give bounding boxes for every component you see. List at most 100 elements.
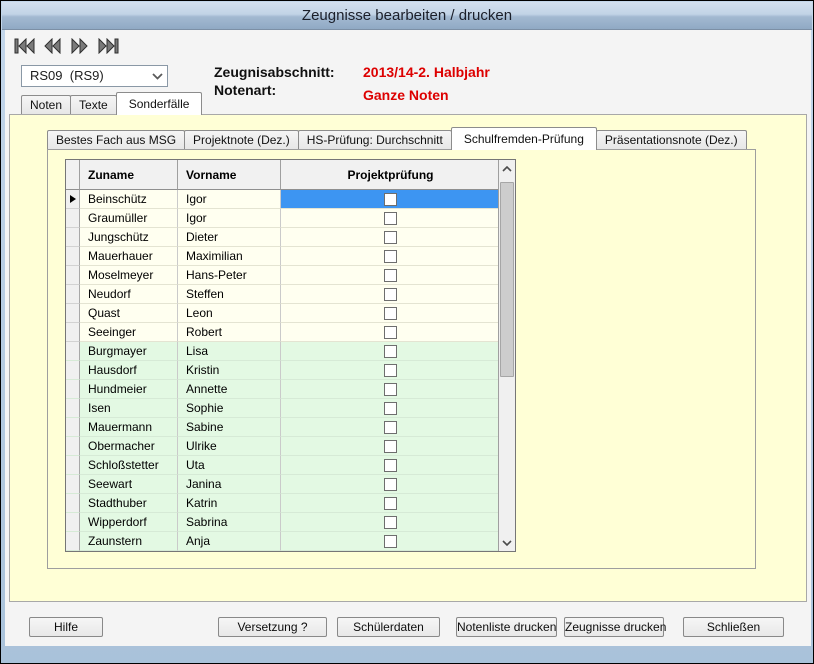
cell-zuname[interactable]: Quast (80, 304, 178, 323)
cell-projektpruefung[interactable] (281, 456, 500, 475)
subtab-schulfremden-prüfung[interactable]: Schulfremden-Prüfung (451, 127, 597, 150)
cell-zuname[interactable]: Mauermann (80, 418, 178, 437)
student-row[interactable]: IsenSophie (66, 399, 515, 418)
cell-projektpruefung[interactable] (281, 323, 500, 342)
vertical-scrollbar[interactable] (498, 160, 515, 551)
row-selector-cell[interactable] (66, 418, 80, 437)
cell-zuname[interactable]: Mauerhauer (80, 247, 178, 266)
subtab-bestes-fach-aus-msg[interactable]: Bestes Fach aus MSG (47, 130, 185, 149)
cell-projektpruefung[interactable] (281, 266, 500, 285)
cell-zuname[interactable]: Beinschütz (80, 190, 178, 209)
projektpruefung-checkbox[interactable] (384, 307, 397, 320)
projektpruefung-checkbox[interactable] (384, 440, 397, 453)
hilfe-button[interactable]: Hilfe (29, 617, 103, 637)
row-selector-cell[interactable] (66, 475, 80, 494)
tab-sonderfälle[interactable]: Sonderfälle (116, 92, 203, 115)
tab-texte[interactable]: Texte (70, 95, 117, 114)
cell-projektpruefung[interactable] (281, 304, 500, 323)
cell-zuname[interactable]: Seeinger (80, 323, 178, 342)
schließen-button[interactable]: Schließen (683, 617, 784, 637)
row-selector-cell[interactable] (66, 456, 80, 475)
cell-zuname[interactable]: Neudorf (80, 285, 178, 304)
subtab-präsentationsnote-dez[interactable]: Präsentationsnote (Dez.) (596, 130, 747, 149)
cell-projektpruefung[interactable] (281, 342, 500, 361)
cell-zuname[interactable]: Isen (80, 399, 178, 418)
previous-record-icon[interactable] (41, 37, 63, 54)
cell-zuname[interactable]: Hundmeier (80, 380, 178, 399)
scroll-up-icon[interactable] (499, 160, 515, 177)
student-row[interactable]: NeudorfSteffen (66, 285, 515, 304)
student-row[interactable]: HundmeierAnnette (66, 380, 515, 399)
student-row[interactable]: MoselmeyerHans-Peter (66, 266, 515, 285)
cell-vorname[interactable]: Ulrike (178, 437, 281, 456)
zeugnisse-drucken-button[interactable]: Zeugnisse drucken (564, 617, 664, 637)
student-row[interactable]: JungschützDieter (66, 228, 515, 247)
student-row[interactable]: ZaunsternAnja (66, 532, 515, 551)
row-selector-cell[interactable] (66, 494, 80, 513)
cell-zuname[interactable]: Jungschütz (80, 228, 178, 247)
versetzung-button[interactable]: Versetzung ? (218, 617, 327, 637)
projektpruefung-checkbox[interactable] (384, 402, 397, 415)
student-row[interactable]: SeeingerRobert (66, 323, 515, 342)
student-row[interactable]: GraumüllerIgor (66, 209, 515, 228)
chevron-down-icon[interactable] (147, 66, 167, 86)
subtab-projektnote-dez[interactable]: Projektnote (Dez.) (184, 130, 299, 149)
cell-vorname[interactable]: Sophie (178, 399, 281, 418)
cell-zuname[interactable]: Seewart (80, 475, 178, 494)
row-selector-cell[interactable] (66, 513, 80, 532)
class-select[interactable]: RS09 (RS9) (21, 65, 168, 87)
student-row[interactable]: QuastLeon (66, 304, 515, 323)
cell-vorname[interactable]: Annette (178, 380, 281, 399)
projektpruefung-checkbox[interactable] (384, 421, 397, 434)
projektpruefung-checkbox[interactable] (384, 345, 397, 358)
projektpruefung-checkbox[interactable] (384, 497, 397, 510)
cell-zuname[interactable]: Schloßstetter (80, 456, 178, 475)
cell-vorname[interactable]: Sabrina (178, 513, 281, 532)
cell-vorname[interactable]: Sabine (178, 418, 281, 437)
scrollbar-thumb[interactable] (500, 182, 514, 377)
row-selector-cell[interactable] (66, 323, 80, 342)
student-row[interactable]: MauermannSabine (66, 418, 515, 437)
projektpruefung-checkbox[interactable] (384, 478, 397, 491)
projektpruefung-checkbox[interactable] (384, 516, 397, 529)
row-selector-cell[interactable] (66, 266, 80, 285)
cell-vorname[interactable]: Katrin (178, 494, 281, 513)
projektpruefung-checkbox[interactable] (384, 326, 397, 339)
cell-projektpruefung[interactable] (281, 361, 500, 380)
student-row[interactable]: BurgmayerLisa (66, 342, 515, 361)
cell-projektpruefung[interactable] (281, 380, 500, 399)
projektpruefung-checkbox[interactable] (384, 535, 397, 548)
cell-vorname[interactable]: Janina (178, 475, 281, 494)
row-selector-cell[interactable] (66, 342, 80, 361)
cell-vorname[interactable]: Maximilian (178, 247, 281, 266)
subtab-hs-prüfung-durchschnitt[interactable]: HS-Prüfung: Durchschnitt (298, 130, 452, 149)
cell-vorname[interactable]: Steffen (178, 285, 281, 304)
tab-noten[interactable]: Noten (21, 95, 71, 114)
cell-vorname[interactable]: Anja (178, 532, 281, 551)
cell-zuname[interactable]: Stadthuber (80, 494, 178, 513)
cell-vorname[interactable]: Uta (178, 456, 281, 475)
first-record-icon[interactable] (13, 37, 35, 54)
projektpruefung-checkbox[interactable] (384, 250, 397, 263)
projektpruefung-checkbox[interactable] (384, 231, 397, 244)
student-row[interactable]: SchloßstetterUta (66, 456, 515, 475)
cell-projektpruefung[interactable] (281, 437, 500, 456)
cell-projektpruefung[interactable] (281, 399, 500, 418)
cell-vorname[interactable]: Igor (178, 209, 281, 228)
student-row[interactable]: SeewartJanina (66, 475, 515, 494)
cell-vorname[interactable]: Lisa (178, 342, 281, 361)
cell-projektpruefung[interactable] (281, 418, 500, 437)
student-row[interactable]: HausdorfKristin (66, 361, 515, 380)
cell-vorname[interactable]: Dieter (178, 228, 281, 247)
row-selector-cell[interactable] (66, 399, 80, 418)
cell-projektpruefung[interactable] (281, 494, 500, 513)
projektpruefung-checkbox[interactable] (384, 193, 397, 206)
notenliste-drucken-button[interactable]: Notenliste drucken (456, 617, 557, 637)
cell-projektpruefung[interactable] (281, 513, 500, 532)
cell-vorname[interactable]: Robert (178, 323, 281, 342)
student-row[interactable]: MauerhauerMaximilian (66, 247, 515, 266)
projektpruefung-checkbox[interactable] (384, 212, 397, 225)
row-selector-cell[interactable] (66, 437, 80, 456)
last-record-icon[interactable] (97, 37, 119, 54)
cell-projektpruefung[interactable] (281, 209, 500, 228)
